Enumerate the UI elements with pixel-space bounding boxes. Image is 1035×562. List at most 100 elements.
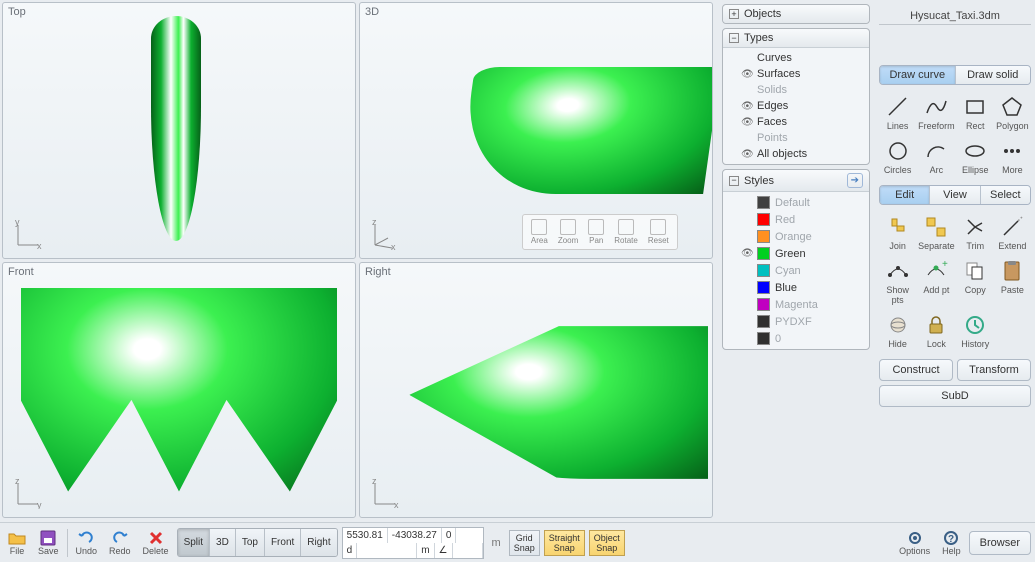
line-tool[interactable]: Lines: [879, 91, 916, 135]
help-button[interactable]: ?Help: [938, 528, 965, 558]
arc-tool[interactable]: Arc: [916, 135, 957, 179]
view-tab[interactable]: View: [930, 186, 980, 204]
type-item-solids[interactable]: Solids: [723, 82, 869, 98]
subd-button[interactable]: SubD: [879, 385, 1031, 407]
scene-panel: + Objects − Types Curves👁SurfacesSolids👁…: [718, 0, 874, 520]
coord-y[interactable]: -43038.27: [388, 528, 442, 543]
view-3d-button[interactable]: 3D: [210, 529, 236, 556]
style-item-green[interactable]: 👁Green: [723, 245, 869, 262]
type-item-points[interactable]: Points: [723, 130, 869, 146]
color-swatch: [757, 281, 770, 294]
viewport-top[interactable]: Top yx: [2, 2, 356, 259]
circle-tool[interactable]: Circles: [879, 135, 916, 179]
lock-tool[interactable]: Lock: [916, 309, 957, 353]
mode-tabs: Edit View Select: [879, 185, 1031, 205]
type-item-surfaces[interactable]: 👁Surfaces: [723, 66, 869, 82]
rect-tool[interactable]: Rect: [957, 91, 994, 135]
file-button[interactable]: File: [4, 528, 30, 558]
redo-button[interactable]: Redo: [105, 528, 135, 558]
separate-tool[interactable]: Separate: [916, 211, 957, 255]
more-tool[interactable]: More: [994, 135, 1031, 179]
construct-button[interactable]: Construct: [879, 359, 953, 381]
view-right-button[interactable]: Right: [301, 529, 336, 556]
type-item-edges[interactable]: 👁Edges: [723, 98, 869, 114]
coord-unit: m: [417, 543, 434, 558]
styles-header[interactable]: − Styles ➔: [723, 170, 869, 192]
model-preview: [21, 288, 338, 492]
coord-z[interactable]: 0: [442, 528, 457, 543]
eye-icon: 👁: [741, 248, 753, 259]
polygon-tool[interactable]: Polygon: [994, 91, 1031, 135]
color-swatch: [757, 332, 770, 345]
style-item-magenta[interactable]: Magenta: [723, 296, 869, 313]
copy-tool[interactable]: Copy: [957, 255, 994, 309]
select-tab[interactable]: Select: [981, 186, 1030, 204]
view-top-button[interactable]: Top: [236, 529, 265, 556]
axis-indicator-xz: zx: [370, 479, 400, 509]
ellipse-tool[interactable]: Ellipse: [957, 135, 994, 179]
save-button[interactable]: Save: [34, 528, 63, 558]
eye-icon: 👁: [741, 117, 753, 128]
straight-snap-toggle[interactable]: StraightSnap: [544, 530, 585, 556]
view-tool-zoom[interactable]: Zoom: [554, 217, 582, 247]
type-item-curves[interactable]: Curves: [723, 50, 869, 66]
delete-button[interactable]: Delete: [139, 528, 173, 558]
type-item-faces[interactable]: 👁Faces: [723, 114, 869, 130]
object-snap-toggle[interactable]: ObjectSnap: [589, 530, 625, 556]
coord-angle-label: ∠: [435, 543, 453, 558]
grid-snap-toggle[interactable]: GridSnap: [509, 530, 540, 556]
svg-text:y: y: [15, 220, 20, 227]
edit-tab[interactable]: Edit: [880, 186, 930, 204]
style-item-blue[interactable]: Blue: [723, 279, 869, 296]
style-item-red[interactable]: Red: [723, 211, 869, 228]
viewport-front[interactable]: Front zy: [2, 262, 356, 519]
color-swatch: [757, 230, 770, 243]
transform-button[interactable]: Transform: [957, 359, 1031, 381]
rect-icon: [963, 95, 987, 119]
history-tool[interactable]: History: [957, 309, 994, 353]
undo-button[interactable]: Undo: [72, 528, 102, 558]
viewport-3d[interactable]: 3D zx Area Zoom Pan Rotate Reset: [359, 2, 713, 259]
browser-button[interactable]: Browser: [969, 531, 1031, 555]
hide-icon: [886, 313, 910, 337]
view-split-button[interactable]: Split: [178, 529, 210, 556]
view-tool-reset[interactable]: Reset: [644, 217, 673, 247]
polygon-icon: [1000, 95, 1024, 119]
view-front-button[interactable]: Front: [265, 529, 301, 556]
styles-more-icon[interactable]: ➔: [847, 173, 863, 188]
style-item-default[interactable]: Default: [723, 194, 869, 211]
style-item-0[interactable]: 0: [723, 330, 869, 347]
viewport-right[interactable]: Right zx: [359, 262, 713, 519]
draw-mode-tabs: Draw curve Draw solid: [879, 65, 1031, 85]
coord-dist-label: d: [343, 543, 358, 558]
trim-tool[interactable]: Trim: [957, 211, 994, 255]
coord-dist[interactable]: [357, 543, 417, 558]
view-buttons: Split3DTopFrontRight: [177, 528, 338, 557]
type-item-all-objects[interactable]: 👁All objects: [723, 146, 869, 162]
join-tool[interactable]: Join: [879, 211, 916, 255]
hide-tool[interactable]: Hide: [879, 309, 916, 353]
style-item-cyan[interactable]: Cyan: [723, 262, 869, 279]
coord-x[interactable]: 5530.81: [343, 528, 388, 543]
draw-curve-tab[interactable]: Draw curve: [880, 66, 956, 84]
objects-header[interactable]: + Objects: [723, 5, 869, 23]
separate-icon: [924, 215, 948, 239]
showpts-tool[interactable]: Show pts: [879, 255, 916, 309]
style-item-pydxf[interactable]: PYDXF: [723, 313, 869, 330]
view-tool-pan[interactable]: Pan: [584, 217, 608, 247]
addpt-tool[interactable]: +Add pt: [916, 255, 957, 309]
types-header[interactable]: − Types: [723, 29, 869, 48]
paste-tool[interactable]: Paste: [994, 255, 1031, 309]
join-icon: [886, 215, 910, 239]
freeform-icon: [924, 95, 948, 119]
view-tool-area[interactable]: Area: [527, 217, 552, 247]
draw-solid-tab[interactable]: Draw solid: [956, 66, 1031, 84]
undo-icon: [77, 530, 95, 546]
freeform-tool[interactable]: Freeform: [916, 91, 957, 135]
extend-icon: [1000, 215, 1024, 239]
options-button[interactable]: Options: [895, 528, 934, 558]
style-item-orange[interactable]: Orange: [723, 228, 869, 245]
view-tool-rotate[interactable]: Rotate: [610, 217, 642, 247]
extend-tool[interactable]: Extend: [994, 211, 1031, 255]
coord-angle[interactable]: [453, 543, 483, 558]
